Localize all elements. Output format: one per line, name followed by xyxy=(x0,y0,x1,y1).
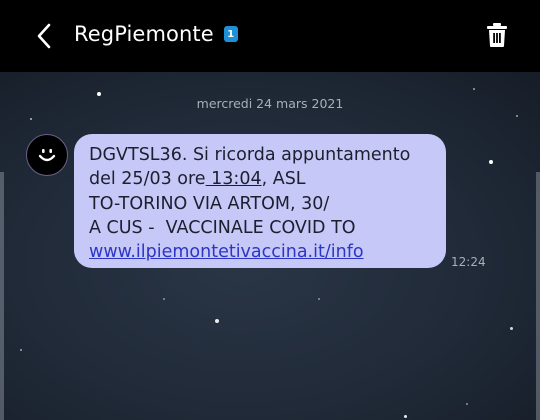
message-url-link[interactable]: www.ilpiemontetivaccina.it/info xyxy=(89,240,432,264)
chevron-left-icon xyxy=(37,23,51,49)
background-star xyxy=(473,88,475,90)
message-bubble[interactable]: DGVTSL36. Si ricorda appuntamento del 25… xyxy=(74,134,446,268)
app-bar: RegPiemonte 1 xyxy=(0,0,540,72)
background-star xyxy=(404,415,407,418)
date-separator: mercredi 24 mars 2021 xyxy=(196,96,344,111)
smiley-face-icon xyxy=(38,149,56,162)
message-line-2-suffix: , ASL xyxy=(261,169,306,190)
chat-area[interactable]: mercredi 24 mars 2021 DGVTSL36. Si ricor… xyxy=(0,72,540,420)
background-star xyxy=(20,349,22,351)
contact-title: RegPiemonte xyxy=(74,22,214,46)
background-star xyxy=(30,118,32,120)
message-line-2: del 25/03 ore 13:04, ASL xyxy=(89,167,432,191)
delete-button[interactable] xyxy=(484,20,510,50)
message-line-2-prefix: del 25/03 ore xyxy=(89,169,206,190)
back-button[interactable] xyxy=(30,20,58,52)
background-star xyxy=(516,115,518,117)
scroll-edge-left xyxy=(0,172,4,420)
background-star xyxy=(510,327,513,330)
background-star xyxy=(163,298,165,300)
message-line-1: DGVTSL36. Si ricorda appuntamento xyxy=(89,145,411,165)
message-line-4: A CUS - VACCINALE COVID TO xyxy=(89,217,356,238)
background-star xyxy=(318,298,320,300)
background-star xyxy=(466,403,468,405)
sim-badge: 1 xyxy=(223,26,238,42)
message-timestamp: 12:24 xyxy=(451,255,486,269)
trash-icon xyxy=(487,23,507,47)
background-star xyxy=(489,160,493,164)
title-wrap: RegPiemonte 1 xyxy=(74,22,238,46)
message-line-3: TO-TORINO VIA ARTOM, 30/ xyxy=(89,193,330,214)
background-star xyxy=(215,319,219,323)
appointment-time-link[interactable]: 13:04 xyxy=(206,169,261,189)
scroll-edge-right xyxy=(536,172,540,420)
contact-avatar[interactable] xyxy=(26,134,68,176)
